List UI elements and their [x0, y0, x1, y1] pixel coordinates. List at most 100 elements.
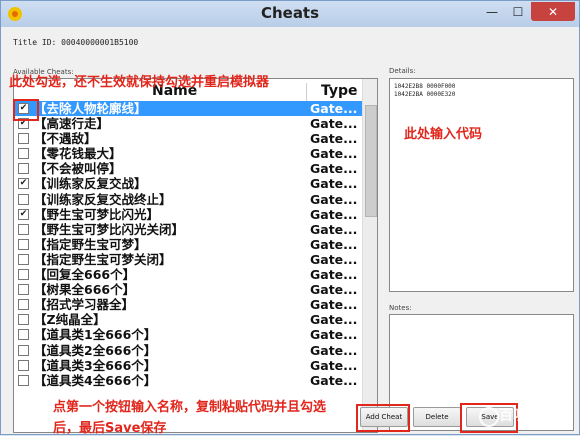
- cheat-row[interactable]: 【道具类2全666个】 Gate...: [14, 343, 362, 358]
- cheat-checkbox[interactable]: [18, 133, 29, 145]
- column-separator: [306, 83, 307, 101]
- cheat-checkbox[interactable]: [18, 269, 29, 281]
- cheat-checkbox[interactable]: [18, 299, 29, 311]
- cheat-type: Gate...: [310, 297, 358, 313]
- cheat-checkbox[interactable]: [18, 148, 29, 160]
- cheat-name: 【道具类3全666个】: [34, 357, 157, 373]
- cheat-name: 【野生宝可梦比闪光】: [34, 206, 160, 222]
- column-type-header[interactable]: Type: [321, 83, 358, 99]
- cheat-checkbox[interactable]: [18, 238, 29, 250]
- cheats-list[interactable]: Name Type ✔ 【去除人物轮廓线】 Gate... ✔ 【高速行走】 Gate..…: [13, 78, 378, 433]
- cheat-row[interactable]: 【Z纯晶全】 Gate...: [14, 312, 362, 327]
- cheat-type: Gate...: [310, 191, 358, 207]
- cheat-name: 【道具类4全666个】: [34, 372, 157, 388]
- cheat-row[interactable]: 【零花钱最大】 Gate...: [14, 146, 362, 161]
- title-bar: Cheats — ☐ ✕: [1, 1, 579, 27]
- cheat-row[interactable]: ✔ 【训练家反复交战】 Gate...: [14, 176, 362, 191]
- details-line: 1042E2B8 0000F000: [394, 83, 456, 90]
- cheat-row[interactable]: 【指定野生宝可梦关闭】 Gate...: [14, 252, 362, 267]
- cheat-row[interactable]: 【树果全666个】 Gate...: [14, 282, 362, 297]
- close-button[interactable]: ✕: [531, 2, 575, 21]
- cheat-type: Gate...: [310, 236, 358, 252]
- cheat-row[interactable]: 【道具类1全666个】 Gate...: [14, 327, 362, 342]
- cheat-name: 【树果全666个】: [34, 282, 136, 298]
- cheat-name: 【指定野生宝可梦】: [34, 236, 147, 252]
- annotation-bottom-line1: 点第一个按钮输入名称，复制粘贴代码并且勾选: [53, 400, 327, 415]
- cheat-type: Gate...: [310, 357, 358, 373]
- scrollbar-thumb[interactable]: [365, 105, 377, 217]
- cheat-type: Gate...: [310, 131, 358, 147]
- cheat-name: 【不会被叫停】: [34, 161, 122, 177]
- cheat-name: 【指定野生宝可梦关闭】: [34, 251, 172, 267]
- cheat-checkbox[interactable]: ✔: [18, 208, 29, 220]
- cheat-name: 【道具类1全666个】: [34, 327, 157, 343]
- cheat-checkbox[interactable]: [18, 329, 29, 341]
- cheat-checkbox[interactable]: [18, 223, 29, 235]
- cheat-row[interactable]: 【训练家反复交战终止】 Gate...: [14, 192, 362, 207]
- cheat-checkbox[interactable]: [18, 163, 29, 175]
- minimize-button[interactable]: —: [479, 2, 505, 21]
- cheat-type: Gate...: [310, 312, 358, 328]
- cheat-row[interactable]: ✔ 【去除人物轮廓线】 Gate...: [14, 101, 362, 117]
- annotation-bottom-line2: 后，最后Save保存: [53, 421, 167, 436]
- cheat-type: Gate...: [310, 206, 358, 222]
- cheat-row[interactable]: 【回复全666个】 Gate...: [14, 267, 362, 282]
- cheat-name: 【道具类2全666个】: [34, 342, 157, 358]
- cheat-checkbox[interactable]: [18, 374, 29, 386]
- cheat-checkbox[interactable]: [18, 193, 29, 205]
- cheat-type: Gate...: [310, 101, 358, 116]
- details-textbox[interactable]: 1042E2B8 0000F000 1042E2BA 0000E320: [389, 78, 574, 292]
- watermark-text: 百叭克: [499, 408, 541, 424]
- cheat-checkbox[interactable]: [18, 284, 29, 296]
- cheats-window: Cheats — ☐ ✕ Title ID: 00040000001B5100 …: [0, 0, 580, 436]
- cheat-checkbox[interactable]: [18, 314, 29, 326]
- cheat-type: Gate...: [310, 251, 358, 267]
- cheat-type: Gate...: [310, 327, 358, 343]
- cheat-checkbox[interactable]: [18, 253, 29, 265]
- cheat-row[interactable]: 【招式学习器全】 Gate...: [14, 297, 362, 312]
- annotation-right: 此处输入代码: [404, 127, 483, 142]
- details-label: Details:: [389, 67, 416, 75]
- cheat-name: 【野生宝可梦比闪光关闭】: [34, 221, 185, 237]
- cheat-checkbox[interactable]: [18, 359, 29, 371]
- cheat-name: 【回复全666个】: [34, 267, 136, 283]
- cheat-type: Gate...: [310, 342, 358, 358]
- details-line: 1042E2BA 0000E320: [394, 91, 456, 98]
- delete-button[interactable]: Delete: [413, 407, 461, 427]
- cheat-name: 【不遇敌】: [34, 131, 97, 147]
- watermark-logo-icon: [479, 407, 499, 427]
- cheat-checkbox[interactable]: ✔: [18, 178, 29, 190]
- cheat-type: Gate...: [310, 221, 358, 237]
- cheat-row[interactable]: ✔ 【野生宝可梦比闪光】 Gate...: [14, 207, 362, 222]
- cheat-checkbox[interactable]: [18, 344, 29, 356]
- notes-label: Notes:: [389, 304, 412, 312]
- cheat-row[interactable]: 【野生宝可梦比闪光关闭】 Gate...: [14, 222, 362, 237]
- cheat-name: 【训练家反复交战终止】: [34, 191, 172, 207]
- cheat-type: Gate...: [310, 146, 358, 162]
- maximize-button[interactable]: ☐: [505, 2, 531, 21]
- cheat-name: 【高速行走】: [34, 116, 110, 132]
- cheat-row[interactable]: 【不会被叫停】 Gate...: [14, 161, 362, 176]
- cheat-row[interactable]: ✔ 【高速行走】 Gate...: [14, 116, 362, 131]
- cheat-rows: ✔ 【去除人物轮廓线】 Gate... ✔ 【高速行走】 Gate... 【不遇敌】 Gate…: [14, 101, 362, 388]
- checkbox-highlight-box: [13, 99, 39, 121]
- cheat-type: Gate...: [310, 282, 358, 298]
- cheat-type: Gate...: [310, 161, 358, 177]
- cheat-type: Gate...: [310, 116, 358, 132]
- cheat-type: Gate...: [310, 267, 358, 283]
- cheat-row[interactable]: 【不遇敌】 Gate...: [14, 131, 362, 146]
- cheat-name: 【零花钱最大】: [34, 146, 122, 162]
- add-cheat-highlight-box: [356, 404, 410, 432]
- cheat-row[interactable]: 【道具类4全666个】 Gate...: [14, 373, 362, 388]
- title-id: Title ID: 00040000001B5100: [13, 38, 139, 47]
- cheat-name: 【招式学习器全】: [34, 297, 135, 313]
- cheat-name: 【Z纯晶全】: [34, 312, 106, 328]
- cheat-type: Gate...: [310, 176, 358, 192]
- cheat-type: Gate...: [310, 372, 358, 388]
- list-scrollbar[interactable]: [362, 79, 377, 432]
- cheat-row[interactable]: 【指定野生宝可梦】 Gate...: [14, 237, 362, 252]
- annotation-top: 此处勾选，还不生效就保持勾选并重启模拟器: [9, 75, 270, 90]
- cheat-row[interactable]: 【道具类3全666个】 Gate...: [14, 358, 362, 373]
- cheat-name: 【去除人物轮廓线】: [34, 101, 147, 116]
- cheat-name: 【训练家反复交战】: [34, 176, 147, 192]
